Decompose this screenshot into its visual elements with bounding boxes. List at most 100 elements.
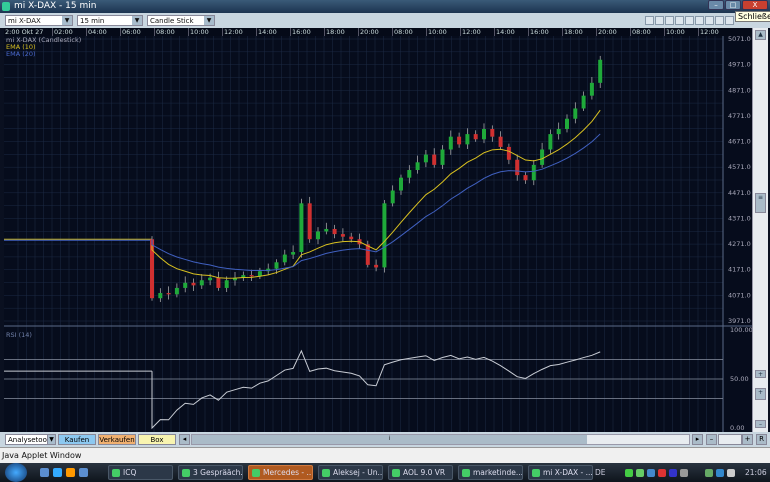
- candle: [365, 244, 370, 265]
- settings-icon[interactable]: [705, 16, 714, 25]
- help-icon[interactable]: [725, 16, 734, 25]
- candle: [349, 236, 354, 240]
- candle: [249, 275, 254, 277]
- chevron-down-icon[interactable]: ▼: [204, 16, 214, 25]
- clock[interactable]: 21:06: [745, 463, 767, 482]
- taskbar-item-label: mi X-DAX - ...: [543, 468, 593, 477]
- chevron-down-icon[interactable]: ▼: [62, 16, 72, 25]
- interval-select[interactable]: 15 min ▼: [77, 15, 143, 26]
- taskbar-item[interactable]: Mercedes - ...: [248, 465, 313, 480]
- horizontal-scroll-thumb[interactable]: ⁞: [192, 435, 587, 444]
- close-button[interactable]: X: [742, 0, 768, 10]
- candle: [307, 203, 312, 240]
- channel-icon[interactable]: [685, 16, 694, 25]
- candle: [457, 136, 462, 145]
- close-tooltip: Schließen: [735, 11, 770, 22]
- candle: [399, 177, 403, 191]
- start-button[interactable]: [5, 463, 27, 482]
- candle: [565, 118, 569, 129]
- zoom-in-button[interactable]: +: [742, 434, 753, 445]
- scroll-thumb[interactable]: ≡: [755, 193, 766, 213]
- taskbar-item[interactable]: AOL 9.0 VR: [388, 465, 453, 480]
- taskbar-item-label: marketinde...: [473, 468, 523, 477]
- candle: [465, 134, 470, 145]
- rsi-tick-label: 100.00: [730, 326, 752, 334]
- zoom-slider[interactable]: [718, 434, 742, 445]
- buy-button[interactable]: Kaufen: [58, 434, 96, 445]
- language-indicator[interactable]: DE: [595, 468, 606, 477]
- legend-ema20: EMA (20): [6, 50, 36, 58]
- rsi-scroll-down[interactable]: –: [755, 420, 766, 428]
- price-tick-label: 4871.0: [728, 86, 751, 94]
- draw-line-icon[interactable]: [645, 16, 654, 25]
- print-icon[interactable]: [715, 16, 724, 25]
- app-icon: [252, 469, 260, 477]
- taskbar-item-label: 3 Gesprääch...: [193, 468, 243, 477]
- chart-type-select[interactable]: Candle Stick (Kerze ▼: [147, 15, 215, 26]
- volume-icon[interactable]: [727, 469, 735, 477]
- tray-icon[interactable]: [716, 469, 724, 477]
- chevron-down-icon[interactable]: ▼: [47, 434, 56, 445]
- vertical-scrollbar[interactable]: ▲ ≡ + + –: [752, 28, 768, 432]
- candle: [415, 162, 420, 171]
- tray-icon[interactable]: [636, 469, 644, 477]
- lines-icon[interactable]: [695, 16, 704, 25]
- show-desktop-icon[interactable]: [40, 468, 49, 477]
- candle: [581, 95, 586, 109]
- chart-type-value: Candle Stick (Kerze: [150, 17, 194, 25]
- media-player-icon[interactable]: [66, 468, 75, 477]
- candle: [390, 190, 395, 204]
- taskbar-item[interactable]: Aleksej - Un...: [318, 465, 383, 480]
- candle: [282, 254, 287, 263]
- maximize-button[interactable]: □: [725, 0, 741, 10]
- chevron-down-icon[interactable]: ▼: [132, 16, 142, 25]
- fibonacci-icon[interactable]: [675, 16, 684, 25]
- box-icon[interactable]: [665, 16, 674, 25]
- instrument-select[interactable]: mi X-DAX ▼: [5, 15, 73, 26]
- rsi-scroll-up[interactable]: +: [755, 370, 766, 378]
- zoom-out-button[interactable]: –: [706, 434, 717, 445]
- price-tick-label: 4771.0: [728, 112, 751, 120]
- taskbar-item[interactable]: 3 Gesprääch...: [178, 465, 243, 480]
- price-tick-label: 4571.0: [728, 163, 751, 171]
- horizontal-scrollbar[interactable]: ⁞: [191, 434, 690, 445]
- candle: [482, 128, 486, 140]
- scroll-left-button[interactable]: ◂: [179, 434, 190, 445]
- chart-toolbar: mi X-DAX ▼ 15 min ▼ Candle Stick (Kerze ▼: [0, 13, 770, 28]
- candle: [523, 175, 528, 181]
- time-tick-label: 12:00: [698, 28, 719, 36]
- time-tick-label: 18:00: [324, 28, 345, 36]
- antivirus-icon[interactable]: [658, 469, 666, 477]
- internet-explorer-icon[interactable]: [53, 468, 62, 477]
- tray-icon[interactable]: [625, 469, 633, 477]
- sell-button[interactable]: Verkaufen: [98, 434, 136, 445]
- price-tick-label: 4371.0: [728, 214, 751, 222]
- time-tick-label: 12:00: [222, 28, 243, 36]
- switch-windows-icon[interactable]: [79, 468, 88, 477]
- price-tick-label: 4071.0: [728, 291, 751, 299]
- horizontal-line-icon[interactable]: [655, 16, 664, 25]
- reset-button[interactable]: R: [756, 434, 767, 445]
- scroll-right-button[interactable]: ▸: [692, 434, 703, 445]
- scroll-up-button[interactable]: ▲: [755, 30, 766, 40]
- taskbar-item-label: Aleksej - Un...: [333, 468, 383, 477]
- taskbar-item[interactable]: ICQ: [108, 465, 173, 480]
- taskbar-item[interactable]: marketinde...: [458, 465, 523, 480]
- chart-canvas[interactable]: 5071.0 4971.0 4871.0 4771.0 4671.0 4571.0 4471…: [4, 36, 752, 432]
- tray-icon[interactable]: [669, 469, 677, 477]
- tray-icon[interactable]: [705, 469, 713, 477]
- candle: [374, 264, 379, 268]
- minimize-button[interactable]: –: [708, 0, 724, 10]
- box-button[interactable]: Box setzen: [138, 434, 176, 454]
- rsi-scroll-thumb[interactable]: +: [755, 388, 766, 400]
- chart-legend: mi X-DAX (Candlestick) EMA (10) EMA (20): [6, 37, 81, 58]
- tray-icon[interactable]: [647, 469, 655, 477]
- candle: [166, 293, 171, 295]
- price-tick-label: 4971.0: [728, 61, 751, 69]
- time-tick-label: 16:00: [528, 28, 549, 36]
- candle: [382, 203, 387, 268]
- time-tick-label: 10:00: [664, 28, 685, 36]
- taskbar-item[interactable]: mi X-DAX - ...: [528, 465, 593, 480]
- candle: [448, 136, 453, 150]
- network-icon[interactable]: [680, 469, 688, 477]
